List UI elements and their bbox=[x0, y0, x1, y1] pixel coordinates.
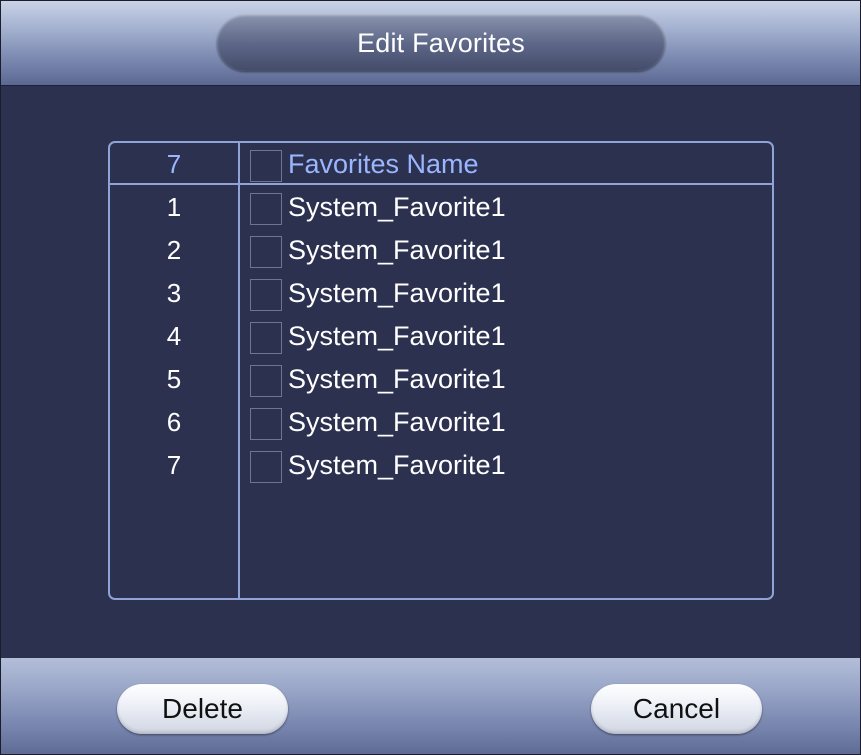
list-item-name: System_Favorite1 bbox=[288, 407, 506, 437]
list-item-index: 2 bbox=[166, 235, 182, 265]
favorites-list: 7 Favorites Name 1 System_Favorite1 2 Sy… bbox=[108, 141, 774, 600]
list-item[interactable]: 1 System_Favorite1 bbox=[110, 186, 772, 229]
list-item-index: 3 bbox=[166, 278, 182, 308]
cancel-button[interactable]: Cancel bbox=[591, 684, 762, 734]
list-item-index: 6 bbox=[166, 407, 182, 437]
list-item-index: 7 bbox=[166, 450, 182, 480]
select-all-checkbox[interactable] bbox=[250, 150, 282, 182]
list-item-name: System_Favorite1 bbox=[288, 364, 506, 394]
header-column-name: Favorites Name bbox=[288, 149, 479, 179]
title-pill: Edit Favorites bbox=[217, 15, 665, 71]
list-item-checkbox[interactable] bbox=[250, 408, 282, 440]
list-item-name: System_Favorite1 bbox=[288, 192, 506, 222]
list-item-index: 1 bbox=[166, 192, 182, 222]
list-item-checkbox[interactable] bbox=[250, 451, 282, 483]
list-item-checkbox[interactable] bbox=[250, 236, 282, 268]
list-item[interactable]: 7 System_Favorite1 bbox=[110, 444, 772, 487]
list-item-name: System_Favorite1 bbox=[288, 235, 506, 265]
edit-favorites-dialog: Edit Favorites 7 Favorites Name 1 System… bbox=[0, 0, 861, 755]
list-item-name: System_Favorite1 bbox=[288, 321, 506, 351]
list-item[interactable]: 6 System_Favorite1 bbox=[110, 401, 772, 444]
list-header-row: 7 Favorites Name bbox=[110, 143, 772, 186]
header-count: 7 bbox=[166, 149, 182, 179]
delete-button[interactable]: Delete bbox=[117, 684, 288, 734]
list-item[interactable]: 2 System_Favorite1 bbox=[110, 229, 772, 272]
list-item[interactable]: 3 System_Favorite1 bbox=[110, 272, 772, 315]
dialog-title: Edit Favorites bbox=[357, 27, 525, 58]
list-item-checkbox[interactable] bbox=[250, 193, 282, 225]
list-item-index: 5 bbox=[166, 364, 182, 394]
dialog-body: 7 Favorites Name 1 System_Favorite1 2 Sy… bbox=[1, 86, 860, 658]
footer-bar: Delete Cancel bbox=[1, 658, 860, 754]
list-item-index: 4 bbox=[166, 321, 182, 351]
list-item-checkbox[interactable] bbox=[250, 365, 282, 397]
list-item-name: System_Favorite1 bbox=[288, 278, 506, 308]
list-item-name: System_Favorite1 bbox=[288, 450, 506, 480]
title-bar: Edit Favorites bbox=[1, 1, 860, 86]
list-item-checkbox[interactable] bbox=[250, 279, 282, 311]
list-item[interactable]: 5 System_Favorite1 bbox=[110, 358, 772, 401]
list-item[interactable]: 4 System_Favorite1 bbox=[110, 315, 772, 358]
list-item-checkbox[interactable] bbox=[250, 322, 282, 354]
